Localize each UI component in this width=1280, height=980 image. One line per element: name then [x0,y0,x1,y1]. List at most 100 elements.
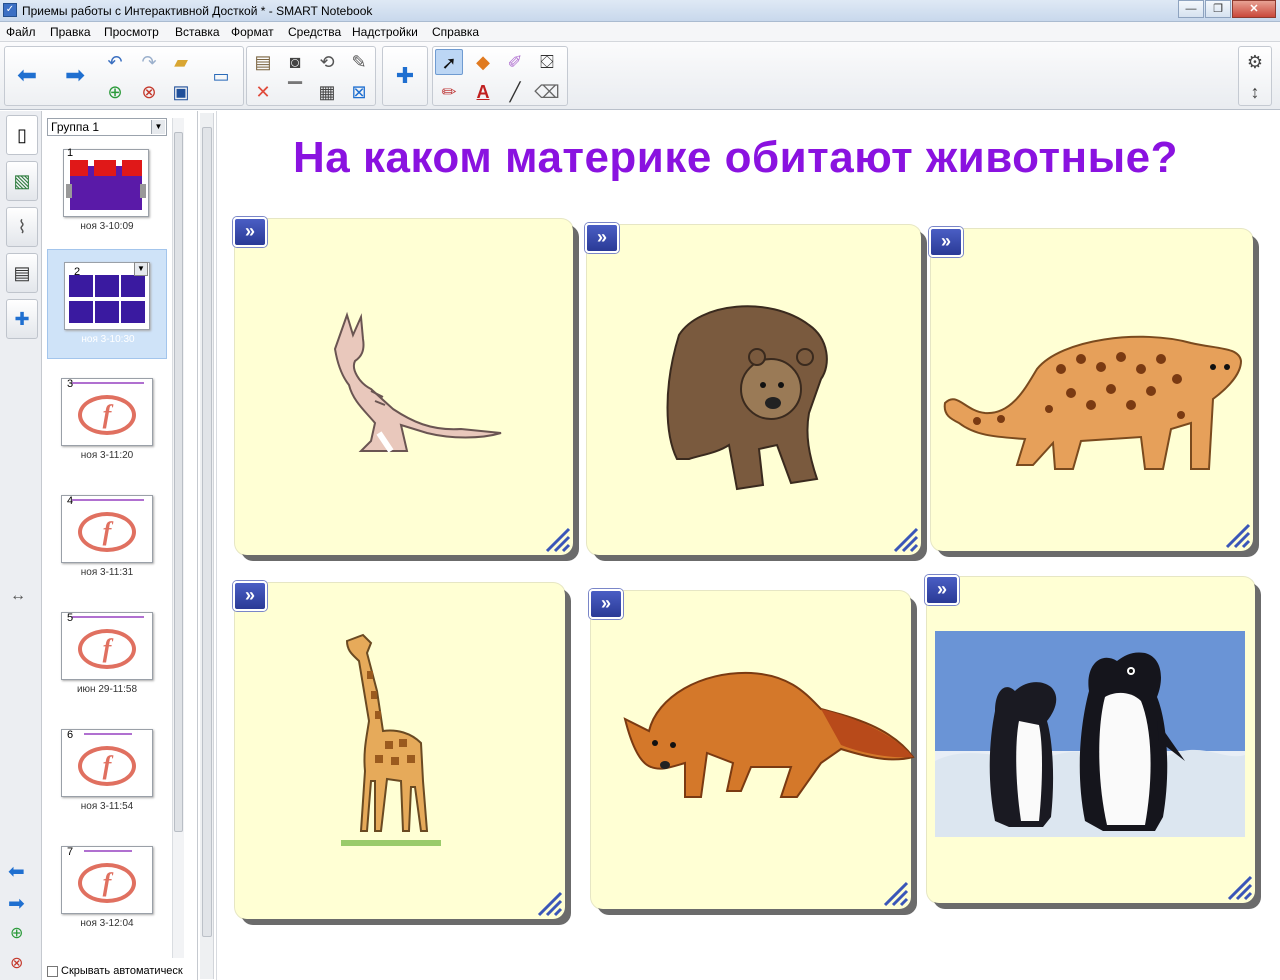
puzzle-icon[interactable]: ✚ [391,63,419,89]
expand-icon[interactable]: » [233,217,267,247]
gallery-tab-icon[interactable]: ▧ [6,161,38,201]
line-icon[interactable]: ╱ [501,79,529,105]
thumbnail-preview [63,149,149,217]
fill-icon[interactable]: ⛋ [533,49,561,75]
add-page-side-icon[interactable]: ⊕ [10,923,23,943]
page-thumbnail-3[interactable]: f 3 ноя 3-11:20 [47,366,167,476]
addons-tab-icon[interactable]: ✚ [6,299,38,339]
animal-card-fox[interactable]: » [589,589,915,909]
page-thumbnail-4[interactable]: f 4 ноя 3-11:31 [47,483,167,593]
menu-addons[interactable]: Надстройки [352,25,418,39]
page-thumbnail-6[interactable]: f 6 ноя 3-11:54 [47,717,167,827]
menu-bar: Файл Правка Просмотр Вставка Формат Сред… [0,22,1280,42]
animal-card-bear[interactable]: » [585,223,921,555]
table-icon[interactable]: ▦ [313,79,341,105]
panel-move-icon[interactable]: ↔ [10,587,26,605]
animal-card-jaguar[interactable]: » [929,227,1253,551]
giraffe-image [341,633,441,846]
animal-card-penguins[interactable]: » [925,575,1255,903]
checkbox-icon[interactable] [47,965,58,977]
smart-notebook-app-icon[interactable]: ✓ [3,3,17,17]
screen-shade-icon[interactable]: ▔ [281,79,309,105]
menu-view[interactable]: Просмотр [104,25,159,39]
open-folder-icon[interactable]: ▰ [167,49,195,75]
pens-icon[interactable]: ✏ [435,79,463,105]
back-icon[interactable]: ⬅ [13,63,41,89]
text-tool-icon[interactable]: A [469,79,497,105]
thumbnail-preview: f [61,846,153,914]
toolbar-group-edit: ▤ ◙ ⟲ ✎ ✕ ▔ ▦ ⊠ [246,46,376,106]
resize-corner-icon[interactable] [1223,871,1253,901]
resize-corner-icon[interactable] [533,887,563,917]
menu-help[interactable]: Справка [432,25,479,39]
menu-format[interactable]: Формат [231,25,274,39]
camera-icon[interactable]: ◙ [281,49,309,75]
group-select[interactable]: Группа 1 ▼ [47,118,167,136]
delete-icon[interactable]: ✕ [249,79,277,105]
undo-icon[interactable]: ↶ [101,49,129,75]
thumbnail-label: июн 29-11:58 [76,684,138,695]
page-thumbnail-1[interactable]: 1 ноя 3-10:09 [47,137,167,247]
sorter-scrollbar[interactable] [172,118,184,958]
ink-aware-icon[interactable]: ✎ [345,49,373,75]
delete-page-icon[interactable]: ⊗ [135,79,163,105]
toolbar-group-navigation: ⬅ ➡ ↶ ↷ ▰ ⊕ ⊗ ▣ ▭ [4,46,244,106]
resize-corner-icon[interactable] [1221,519,1251,549]
menu-insert[interactable]: Вставка [175,25,220,39]
jaguar-image [943,335,1243,470]
kangaroo-image [333,311,502,453]
redo-icon[interactable]: ↷ [135,49,163,75]
menu-file[interactable]: Файл [6,25,36,39]
gear-icon[interactable]: ⚙ [1241,49,1269,75]
close-button[interactable]: ✕ [1232,0,1276,18]
resize-icon[interactable]: ↕ [1241,79,1269,105]
thumbnail-preview: f [61,495,153,563]
thumbnail-menu-chevron-icon[interactable]: ▼ [134,262,148,276]
page-thumbnail-7[interactable]: f 7 ноя 3-12:04 [47,834,167,944]
chevron-down-icon[interactable]: ▼ [151,120,165,134]
thumbnail-number: 6 [67,729,74,741]
notebook-page[interactable]: На каком материке обитают животные? » » [216,111,1280,980]
paste-icon[interactable]: ▤ [249,49,277,75]
menu-tools[interactable]: Средства [288,25,341,39]
attachments-tab-icon[interactable]: ⌇ [6,207,38,247]
animal-card-kangaroo[interactable]: » [233,217,573,555]
page-thumbnail-5[interactable]: f 5 июн 29-11:58 [47,600,167,710]
previous-page-icon[interactable]: ⬅ [8,859,25,884]
expand-icon[interactable]: » [589,589,623,619]
thumbnail-number: 5 [67,612,74,624]
next-page-icon[interactable]: ➡ [8,891,25,916]
expand-icon[interactable]: » [925,575,959,605]
page-title: На каком материке обитают животные? [293,133,1178,182]
page-sorter-tab-icon[interactable]: ▯ [6,115,38,155]
maximize-button[interactable]: ❐ [1205,0,1231,18]
expand-icon[interactable]: » [929,227,963,257]
auto-hide-checkbox[interactable]: Скрывать автоматическ [47,965,183,977]
canvas-scrollbar[interactable] [200,113,214,979]
minimize-button[interactable]: — [1178,0,1204,18]
properties-tab-icon[interactable]: ▤ [6,253,38,293]
thumbnail-number: 1 [67,147,74,159]
creative-pen-icon[interactable]: ✐ [501,49,529,75]
expand-icon[interactable]: » [585,223,619,253]
expand-icon[interactable]: » [233,581,267,611]
menu-edit[interactable]: Правка [50,25,91,39]
animal-card-giraffe[interactable]: » [233,581,565,919]
eraser-icon[interactable]: ⌫ [533,79,561,105]
save-icon[interactable]: ▣ [167,79,195,105]
select-arrow-icon[interactable]: ➚ [435,49,463,75]
resize-corner-icon[interactable] [541,523,571,553]
reset-page-icon[interactable]: ⟲ [313,49,341,75]
fox-image [623,671,915,798]
shapes-icon[interactable]: ◆ [469,49,497,75]
resize-corner-icon[interactable] [879,877,909,907]
resize-corner-icon[interactable] [889,523,919,553]
group-select-value: Группа 1 [51,120,100,134]
full-screen-icon[interactable]: ⊠ [345,79,373,105]
add-page-icon[interactable]: ⊕ [101,79,129,105]
screen-icon[interactable]: ▭ [207,63,235,89]
delete-page-side-icon[interactable]: ⊗ [10,953,23,973]
forward-icon[interactable]: ➡ [61,63,89,89]
page-thumbnail-2[interactable]: 2 ▼ ноя 3-10:30 [47,249,167,359]
title-bar: ✓ Приемы работы с Интерактивной Досткой … [0,0,1280,22]
